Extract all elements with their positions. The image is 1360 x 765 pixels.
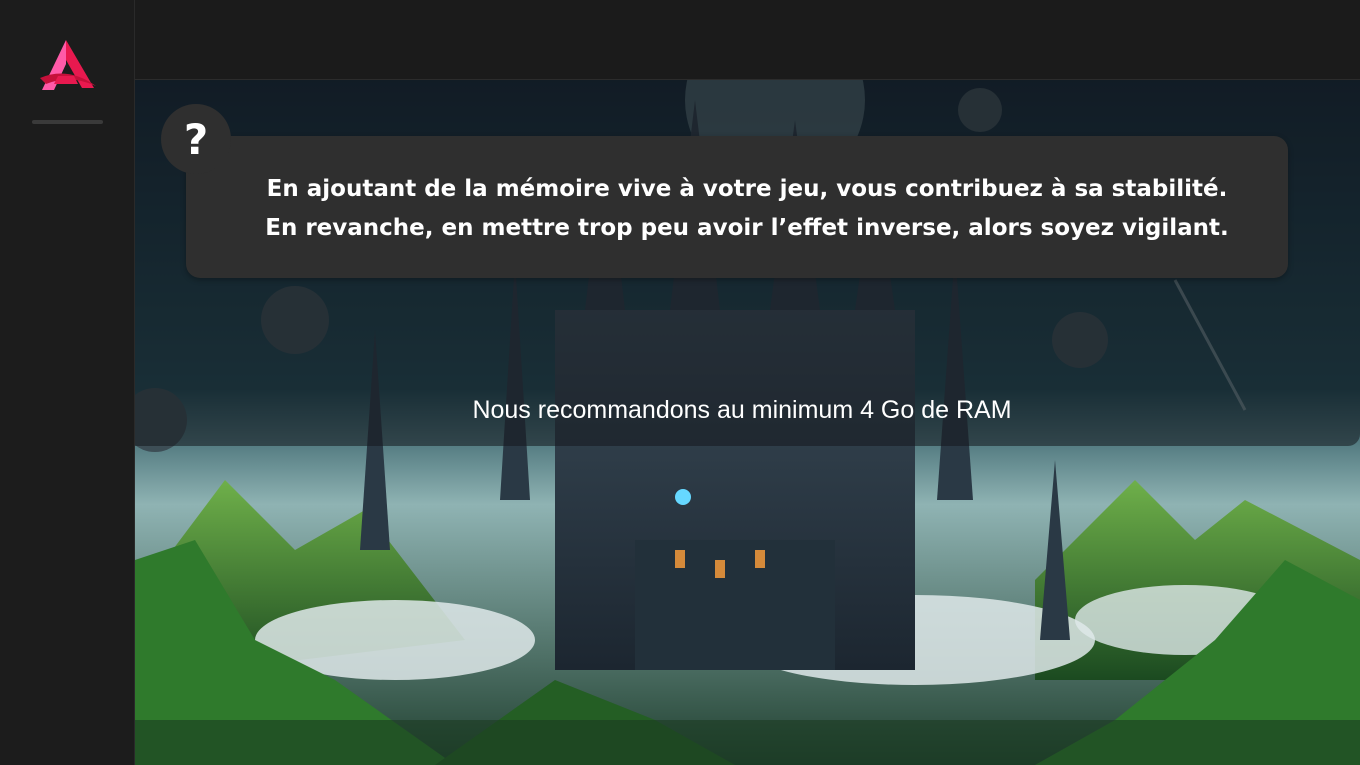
brand-logo-icon[interactable] bbox=[38, 38, 98, 92]
question-mark-icon: ? bbox=[161, 104, 231, 174]
tip-line-1: En ajoutant de la mémoire vive à votre j… bbox=[266, 176, 1228, 202]
top-bar bbox=[135, 0, 1360, 80]
ram-recommendation-text: Nous recommandons au minimum 4 Go de RAM bbox=[472, 396, 1012, 424]
tip-text: En ajoutant de la mémoire vive à votre j… bbox=[226, 170, 1268, 248]
sidebar-divider bbox=[32, 120, 103, 124]
tip-line-2: En revanche, en mettre trop peu avoir l’… bbox=[265, 215, 1229, 241]
sidebar bbox=[0, 0, 135, 765]
tip-card: En ajoutant de la mémoire vive à votre j… bbox=[186, 136, 1288, 278]
